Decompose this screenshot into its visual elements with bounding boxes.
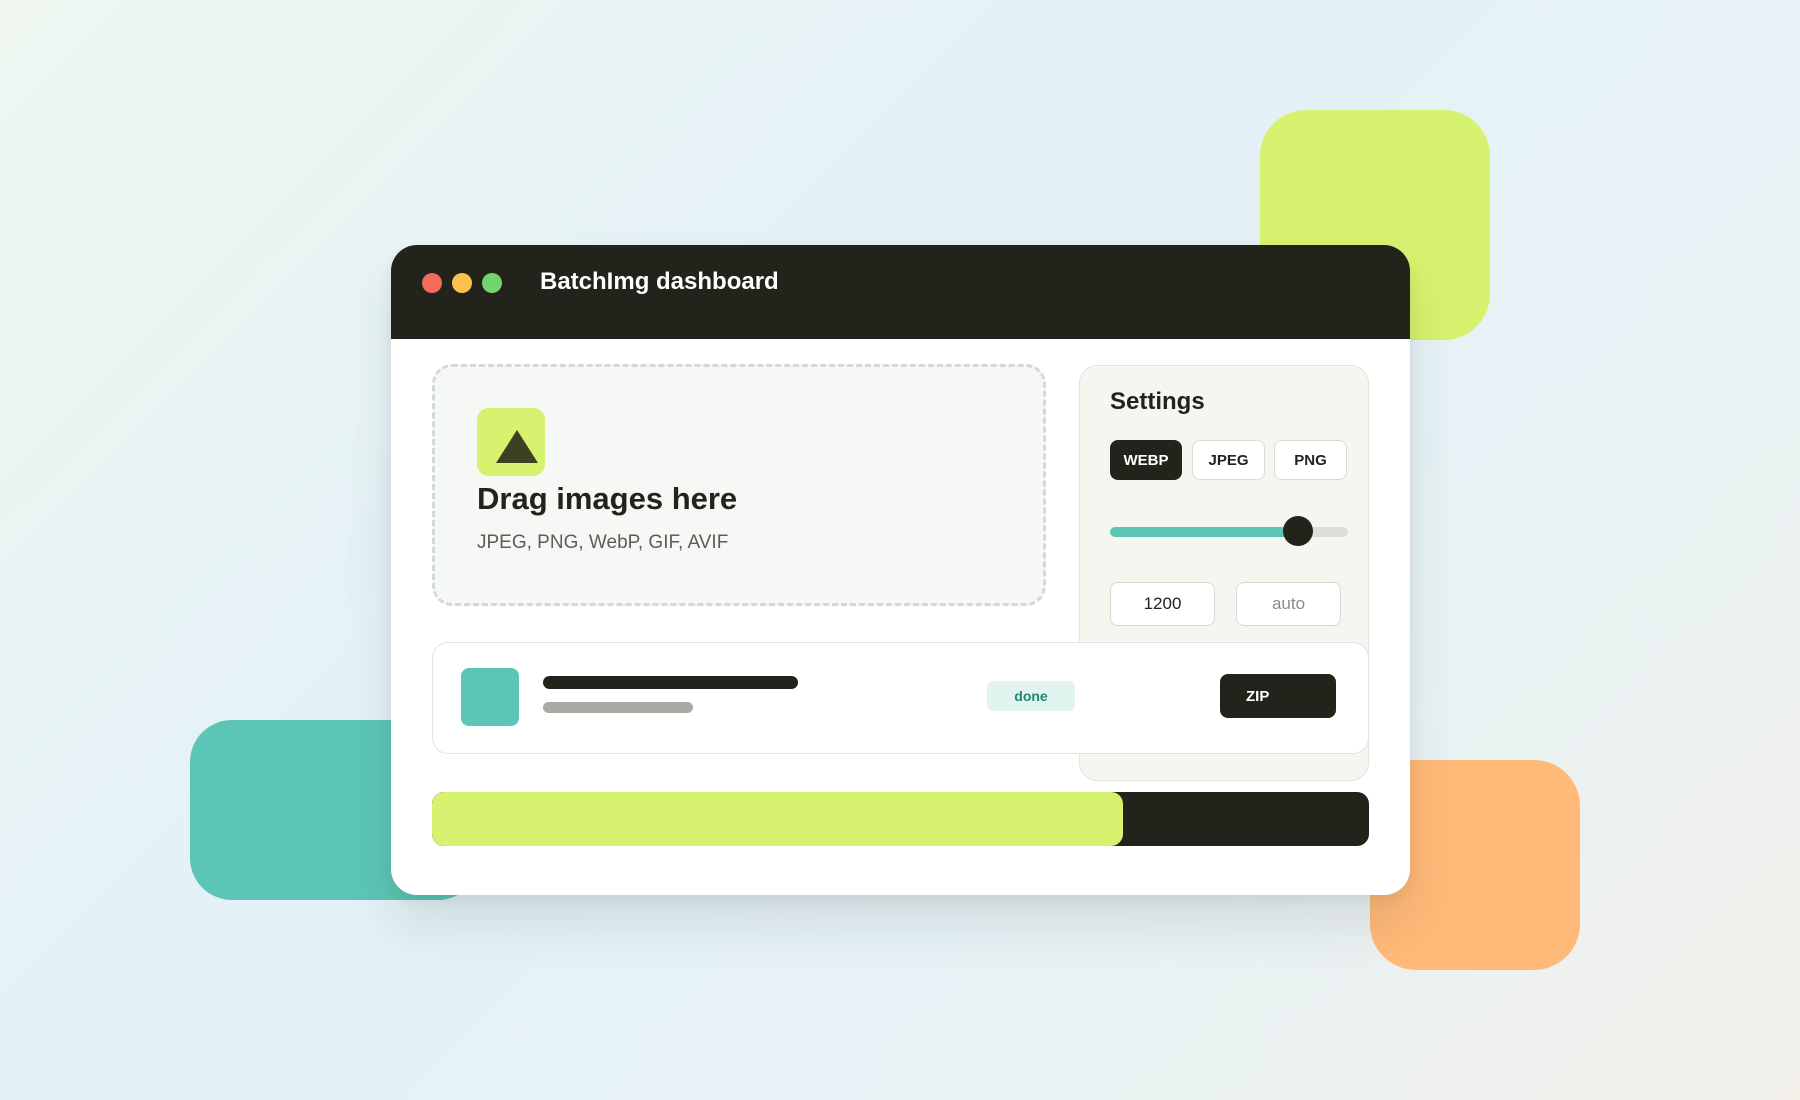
image-drop-zone[interactable]: Drag images here JPEG, PNG, WebP, GIF, A… <box>432 364 1046 606</box>
status-badge: done <box>987 681 1075 711</box>
app-window: BatchImg dashboard Drag images here JPEG… <box>391 245 1410 895</box>
file-thumbnail <box>461 668 519 726</box>
format-jpeg-button[interactable]: JPEG <box>1192 440 1265 480</box>
quality-slider-thumb[interactable] <box>1283 516 1314 546</box>
progress-bar <box>432 792 1369 846</box>
quality-slider[interactable] <box>1110 516 1348 546</box>
close-window-button[interactable] <box>422 273 442 293</box>
height-input[interactable] <box>1236 582 1341 626</box>
upload-triangle-icon <box>477 408 545 476</box>
zip-download-button[interactable]: ZIP <box>1220 674 1336 718</box>
minimize-window-button[interactable] <box>452 273 472 293</box>
settings-title: Settings <box>1110 388 1205 415</box>
drop-zone-title: Drag images here <box>477 481 738 516</box>
width-input[interactable] <box>1110 582 1215 626</box>
format-png-button[interactable]: PNG <box>1274 440 1347 480</box>
maximize-window-button[interactable] <box>482 273 502 293</box>
format-webp-button[interactable]: WEBP <box>1110 440 1182 480</box>
progress-bar-fill <box>432 792 1123 846</box>
supported-formats-text: JPEG, PNG, WebP, GIF, AVIF <box>477 532 729 553</box>
quality-slider-fill <box>1110 527 1299 537</box>
window-title: BatchImg dashboard <box>540 268 779 295</box>
file-name-placeholder <box>543 676 798 689</box>
file-row: done ZIP <box>432 642 1369 754</box>
file-meta-placeholder <box>543 702 693 713</box>
title-bar: BatchImg dashboard <box>391 245 1410 339</box>
